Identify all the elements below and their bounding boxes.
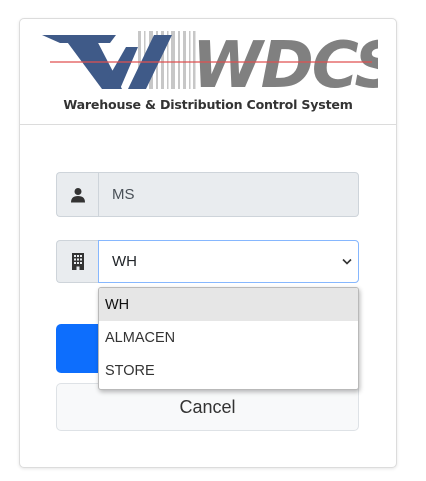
chevron-down-icon — [342, 258, 352, 265]
user-input-group: MS — [56, 172, 359, 217]
card-header: WDCS Warehouse & Distribution Control Sy… — [20, 19, 396, 125]
app-tagline: Warehouse & Distribution Control System — [63, 97, 353, 112]
location-select-value: WH — [112, 253, 137, 270]
building-icon — [56, 240, 98, 283]
location-dropdown-list: WH ALMACEN STORE — [98, 287, 359, 390]
option-wh[interactable]: WH — [99, 288, 358, 321]
option-almacen[interactable]: ALMACEN — [99, 321, 358, 354]
wdcs-logo: WDCS — [42, 29, 378, 95]
cancel-button[interactable]: Cancel — [56, 383, 359, 431]
username-field[interactable]: MS — [98, 172, 359, 217]
location-select[interactable]: WH — [98, 240, 359, 283]
option-store[interactable]: STORE — [99, 354, 358, 387]
location-input-group: WH — [56, 240, 359, 283]
user-icon — [56, 172, 98, 217]
